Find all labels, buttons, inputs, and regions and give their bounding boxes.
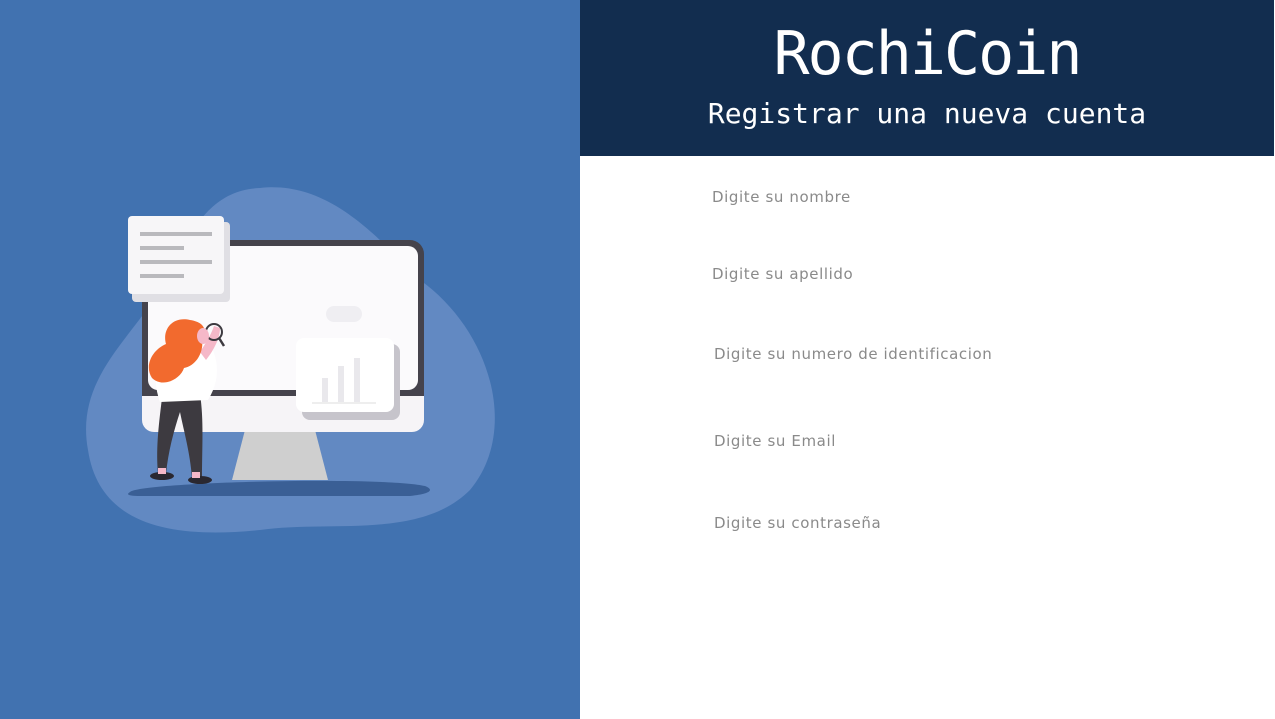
password-input[interactable]	[714, 508, 1154, 538]
woman-inspecting-monitor-illustration	[86, 187, 495, 533]
app-title: RochiCoin	[773, 19, 1082, 89]
register-page: RochiCoin Registrar una nueva cuenta	[0, 0, 1275, 719]
id-number-input[interactable]	[714, 339, 1154, 369]
email-input[interactable]	[714, 426, 1154, 456]
monitor-stand-shape	[232, 430, 328, 480]
app-header: RochiCoin Registrar una nueva cuenta	[580, 0, 1274, 156]
left-illustration-panel	[0, 0, 580, 719]
chart-card-shape	[296, 338, 394, 412]
last-name-input[interactable]	[712, 259, 1152, 289]
registration-form	[580, 156, 1274, 719]
screen-pill-shape	[326, 306, 362, 322]
page-subtitle: Registrar una nueva cuenta	[707, 97, 1147, 130]
first-name-input[interactable]	[712, 182, 1152, 212]
document-card-shape	[128, 216, 224, 294]
